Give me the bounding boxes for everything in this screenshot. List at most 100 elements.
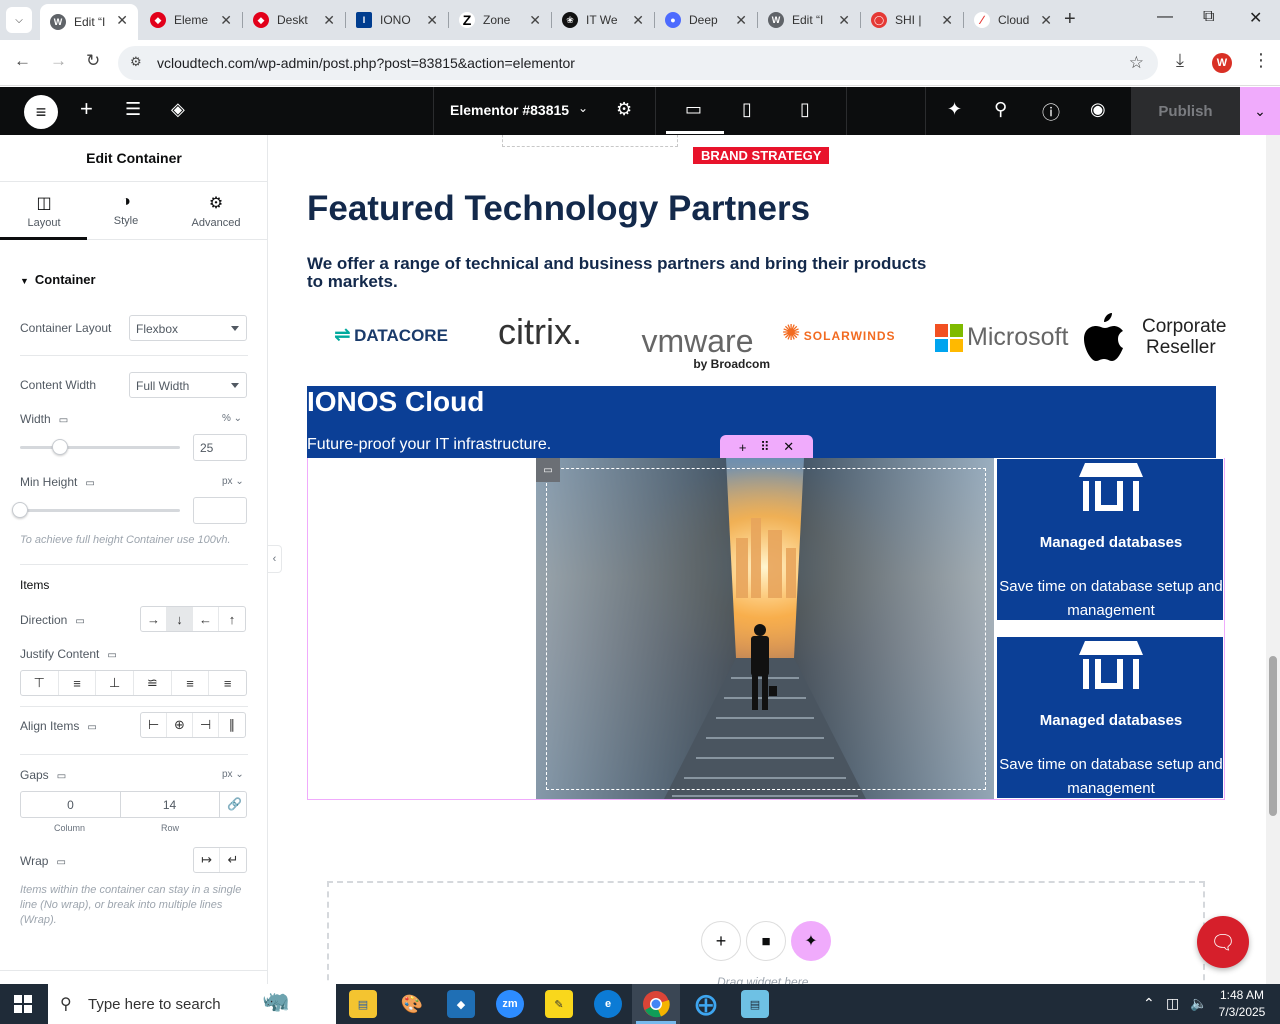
drag-handle-icon[interactable]: ⠿ xyxy=(760,439,770,455)
section-container-toggle[interactable]: ▼ Container xyxy=(20,272,96,287)
sticky-notes-icon[interactable]: ✎ xyxy=(545,990,573,1018)
desktop-responsive-icon[interactable]: ▭ xyxy=(75,616,84,627)
content-width-select[interactable]: Full Width xyxy=(129,372,247,398)
min-height-input[interactable] xyxy=(193,497,247,524)
minimize-button[interactable]: — xyxy=(1157,8,1173,26)
justify-end-icon[interactable]: ⊥ xyxy=(96,671,135,695)
close-tab-icon[interactable]: ✕ xyxy=(1040,12,1052,29)
card-title[interactable]: Managed databases xyxy=(997,534,1225,551)
tab-cloud[interactable]: ∕ Cloud ✕ xyxy=(964,4,1062,36)
edit-image-widget-icon[interactable]: ▭ xyxy=(536,458,560,482)
managed-databases-card[interactable]: Managed databases Save time on database … xyxy=(996,458,1224,621)
system-clock[interactable]: 1:48 AM 7/3/2025 xyxy=(1212,987,1272,1021)
managed-databases-card[interactable]: Managed databases Save time on database … xyxy=(996,636,1224,799)
publish-button[interactable]: Publish xyxy=(1131,87,1240,135)
chevron-down-icon[interactable]: ⌄ xyxy=(578,101,588,115)
profile-avatar[interactable]: W xyxy=(1212,53,1232,73)
min-height-slider[interactable] xyxy=(20,509,180,512)
windows-start-icon[interactable] xyxy=(14,995,32,1013)
app-diamond-icon[interactable]: ◆ xyxy=(447,990,475,1018)
tab-desktop[interactable]: ◆ Deskt ✕ xyxy=(243,4,345,36)
url-text[interactable]: vcloudtech.com/wp-admin/post.php?post=83… xyxy=(157,55,575,71)
tab-edit-1[interactable]: W Edit “I ✕ xyxy=(40,4,138,40)
tab-style[interactable]: ◑ Style xyxy=(82,193,170,227)
page-settings-gear-icon[interactable]: ⚙ xyxy=(616,99,632,120)
bookmark-star-icon[interactable]: ☆ xyxy=(1129,53,1144,73)
tab-shi[interactable]: ◯ SHI | ✕ xyxy=(861,4,963,36)
address-bar[interactable]: ⚙ vcloudtech.com/wp-admin/post.php?post=… xyxy=(118,46,1158,80)
citrix-logo[interactable]: citrix. xyxy=(498,311,582,353)
restore-button[interactable]: ⧉ xyxy=(1203,8,1214,26)
reload-button[interactable]: ↻ xyxy=(86,51,100,71)
help-icon[interactable]: ⓘ xyxy=(1042,99,1060,125)
mobile-view-icon[interactable]: ▯ xyxy=(800,99,810,120)
desktop-responsive-icon[interactable]: ▭ xyxy=(56,857,65,868)
tab-advanced[interactable]: ⚙ Advanced xyxy=(172,193,260,229)
card-description[interactable]: Save time on database setup and manageme… xyxy=(997,753,1225,801)
align-start-icon[interactable]: ⊢ xyxy=(141,713,167,737)
delete-container-icon[interactable]: ✕ xyxy=(783,439,794,455)
tab-layout[interactable]: ◫ Layout xyxy=(0,193,88,229)
close-tab-icon[interactable]: ✕ xyxy=(220,12,232,29)
desktop-responsive-icon[interactable]: ▭ xyxy=(59,415,68,426)
vmware-logo[interactable]: vmware by Broadcom xyxy=(625,325,770,371)
forward-button[interactable]: → xyxy=(50,51,67,71)
featured-partners-heading[interactable]: Featured Technology Partners xyxy=(307,189,810,229)
close-tab-icon[interactable]: ✕ xyxy=(529,12,541,29)
network-icon[interactable]: ◫ xyxy=(1166,995,1179,1012)
close-tab-icon[interactable]: ✕ xyxy=(116,12,128,29)
link-values-icon[interactable]: 🔗 xyxy=(227,797,242,811)
justify-start-icon[interactable]: ⊤ xyxy=(21,671,59,695)
ai-sparkle-icon[interactable]: ✦ xyxy=(791,921,831,961)
structure-layers-icon[interactable]: ◈ xyxy=(171,99,185,120)
direction-row-reverse-arrow-left-icon[interactable]: ← xyxy=(193,607,219,631)
desktop-responsive-icon[interactable]: ▭ xyxy=(85,478,94,489)
brand-strategy-badge[interactable]: BRAND STRATEGY xyxy=(693,147,830,164)
tab-ionos[interactable]: I IONO ✕ xyxy=(346,4,448,36)
zoom-icon[interactable]: zm xyxy=(496,990,524,1018)
width-slider-handle[interactable] xyxy=(52,439,68,455)
justify-center-icon[interactable]: ≡ xyxy=(59,671,97,695)
tablet-view-icon[interactable]: ▯ xyxy=(742,99,752,120)
ionos-cloud-title[interactable]: IONOS Cloud xyxy=(307,386,484,418)
chrome-browser-icon[interactable] xyxy=(642,990,670,1018)
document-title[interactable]: Elementor #83815 xyxy=(450,102,569,118)
desktop-responsive-icon[interactable]: ▭ xyxy=(107,650,116,661)
tab-elementor[interactable]: ◆ Eleme ✕ xyxy=(140,4,242,36)
width-input[interactable]: 25 xyxy=(193,434,247,461)
direction-row-arrow-right-icon[interactable]: → xyxy=(141,607,167,631)
taskbar-search[interactable]: ⚲ Type here to search 🦏 xyxy=(48,984,336,1024)
min-height-slider-handle[interactable] xyxy=(12,502,28,518)
featured-partners-subheading[interactable]: We offer a range of technical and busine… xyxy=(307,255,927,291)
browser-menu-icon[interactable]: ⋮ xyxy=(1252,50,1270,71)
chat-support-icon[interactable]: 🗨 xyxy=(1197,916,1249,968)
new-tab-button[interactable]: + xyxy=(1064,8,1076,31)
show-hidden-icons-chevron-icon[interactable]: ⌃ xyxy=(1143,995,1155,1012)
card-title[interactable]: Managed databases xyxy=(997,712,1225,729)
canvas-scrollbar-track[interactable] xyxy=(1266,135,1280,984)
apple-corporate-reseller-logo[interactable]: Corporate Reseller xyxy=(1082,311,1227,363)
paint-app-icon[interactable]: 🎨 xyxy=(398,990,426,1018)
gaps-unit-select[interactable]: px ⌄ xyxy=(222,769,244,780)
close-tab-icon[interactable]: ✕ xyxy=(838,12,850,29)
close-tab-icon[interactable]: ✕ xyxy=(632,12,644,29)
add-container-icon[interactable]: + xyxy=(739,440,747,455)
tab-edit-2[interactable]: W Edit “I ✕ xyxy=(758,4,860,36)
min-height-unit-select[interactable]: px ⌄ xyxy=(222,476,244,487)
tab-it-web[interactable]: ❀ IT We ✕ xyxy=(552,4,654,36)
volume-icon[interactable]: 🔈 xyxy=(1190,995,1207,1012)
close-tab-icon[interactable]: ✕ xyxy=(426,12,438,29)
gap-row-input[interactable]: 14 xyxy=(120,798,219,812)
width-unit-select[interactable]: % ⌄ xyxy=(222,413,242,424)
card-description[interactable]: Save time on database setup and manageme… xyxy=(997,575,1225,623)
tab-zones[interactable]: Z Zone ✕ xyxy=(449,4,551,36)
notifications-rocket-icon[interactable]: ✦ xyxy=(947,99,962,120)
empty-widget-placeholder[interactable] xyxy=(502,135,678,147)
microsoft-logo[interactable]: Microsoft xyxy=(935,323,1068,352)
gap-column-input[interactable]: 0 xyxy=(21,798,120,812)
justify-space-evenly-icon[interactable]: ≡ xyxy=(209,671,246,695)
collapse-panel-chevron-icon[interactable]: ‹ xyxy=(268,545,282,573)
close-tab-icon[interactable]: ✕ xyxy=(323,12,335,29)
add-element-icon[interactable]: + xyxy=(80,96,93,122)
justify-space-around-icon[interactable]: ≡ xyxy=(172,671,210,695)
